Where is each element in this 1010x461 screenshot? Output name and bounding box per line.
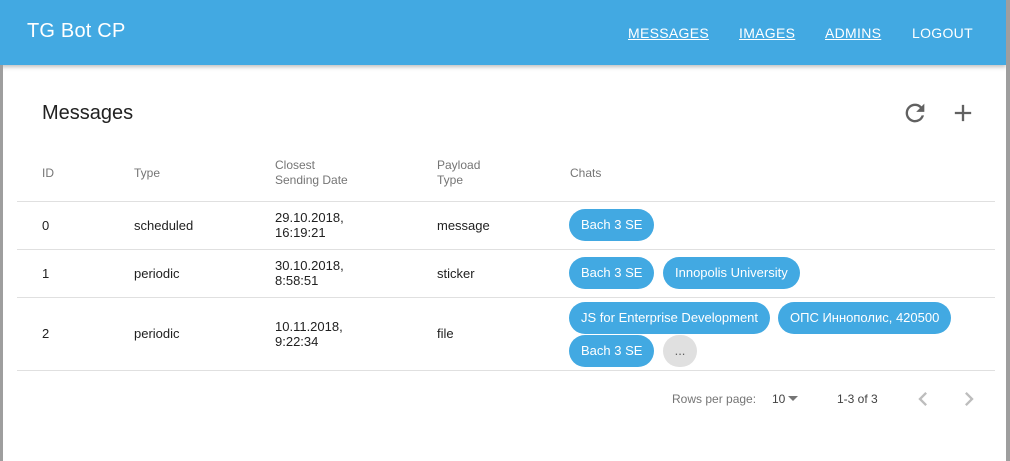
cell-payload: message bbox=[437, 218, 490, 233]
column-header-date-line1: Closest bbox=[275, 158, 316, 172]
column-header-chats: Chats bbox=[570, 166, 602, 180]
left-border bbox=[0, 65, 3, 461]
cell-date-line1: 29.10.2018, bbox=[275, 210, 344, 225]
rows-per-page-value: 10 bbox=[772, 392, 786, 406]
rows-per-page-label: Rows per page: bbox=[672, 392, 757, 406]
column-header-payload-line2: Type bbox=[437, 173, 464, 187]
cell-date: 10.11.2018, 9:22:34 bbox=[275, 319, 343, 349]
add-message-button[interactable] bbox=[949, 99, 977, 127]
row-divider bbox=[17, 249, 995, 250]
column-header-id: ID bbox=[42, 166, 54, 180]
cell-type: scheduled bbox=[134, 218, 194, 233]
chevron-right-icon bbox=[965, 392, 974, 406]
nav-logout[interactable]: LOGOUT bbox=[912, 25, 973, 41]
refresh-icon bbox=[905, 103, 925, 123]
nav-messages[interactable]: MESSAGES bbox=[628, 25, 709, 41]
column-header-date-line2: Sending Date bbox=[275, 173, 348, 187]
caret-down-icon bbox=[788, 396, 799, 401]
cell-id: 1 bbox=[42, 266, 50, 281]
cell-date-line1: 30.10.2018, bbox=[275, 258, 344, 273]
more-chats-chip[interactable]: ... bbox=[663, 335, 697, 367]
pagination-range: 1-3 of 3 bbox=[837, 392, 878, 406]
column-header-type: Type bbox=[134, 166, 161, 180]
column-header-date: Closest Sending Date bbox=[275, 158, 348, 188]
cell-type: periodic bbox=[134, 266, 180, 281]
cell-payload: file bbox=[437, 326, 454, 341]
cell-date-line2: 16:19:21 bbox=[275, 225, 326, 240]
cell-type: periodic bbox=[134, 326, 180, 341]
chat-chip[interactable]: Bach 3 SE bbox=[569, 257, 655, 289]
page-title: Messages bbox=[42, 102, 134, 124]
next-page-button[interactable] bbox=[955, 385, 983, 413]
cell-id: 2 bbox=[42, 326, 50, 341]
chat-chip[interactable]: Bach 3 SE bbox=[569, 209, 655, 241]
previous-page-button[interactable] bbox=[909, 385, 937, 413]
app-title: TG Bot CP bbox=[27, 20, 126, 42]
cell-id: 0 bbox=[42, 218, 50, 233]
cell-date-line2: 9:22:34 bbox=[275, 334, 319, 349]
cell-date-line1: 10.11.2018, bbox=[275, 319, 343, 334]
rows-per-page-select[interactable]: 10 bbox=[772, 392, 799, 406]
chat-chip[interactable]: Bach 3 SE bbox=[569, 335, 655, 367]
cell-payload: sticker bbox=[437, 266, 475, 281]
row-divider bbox=[17, 297, 995, 298]
cell-date-line2: 8:58:51 bbox=[275, 273, 319, 288]
chat-chip[interactable]: Innopolis University bbox=[663, 257, 800, 289]
header-divider bbox=[17, 201, 995, 202]
plus-icon bbox=[954, 104, 972, 122]
nav-admins[interactable]: ADMINS bbox=[825, 25, 881, 41]
cell-date: 29.10.2018, 16:19:21 bbox=[275, 210, 344, 240]
chat-chip[interactable]: ОПС Иннополис, 420500 bbox=[778, 302, 952, 334]
column-header-payload-line1: Payload bbox=[437, 158, 481, 172]
right-scrollbar-track bbox=[1006, 0, 1010, 461]
nav-images[interactable]: IMAGES bbox=[739, 25, 795, 41]
app-bar: TG Bot CP MESSAGES IMAGES ADMINS LOGOUT bbox=[0, 0, 1006, 65]
cell-date: 30.10.2018, 8:58:51 bbox=[275, 258, 344, 288]
column-header-payload: Payload Type bbox=[437, 158, 480, 188]
refresh-button[interactable] bbox=[901, 99, 929, 127]
chat-chip[interactable]: JS for Enterprise Development bbox=[569, 302, 771, 334]
table-bottom-divider bbox=[17, 370, 995, 371]
chevron-left-icon bbox=[918, 392, 927, 406]
